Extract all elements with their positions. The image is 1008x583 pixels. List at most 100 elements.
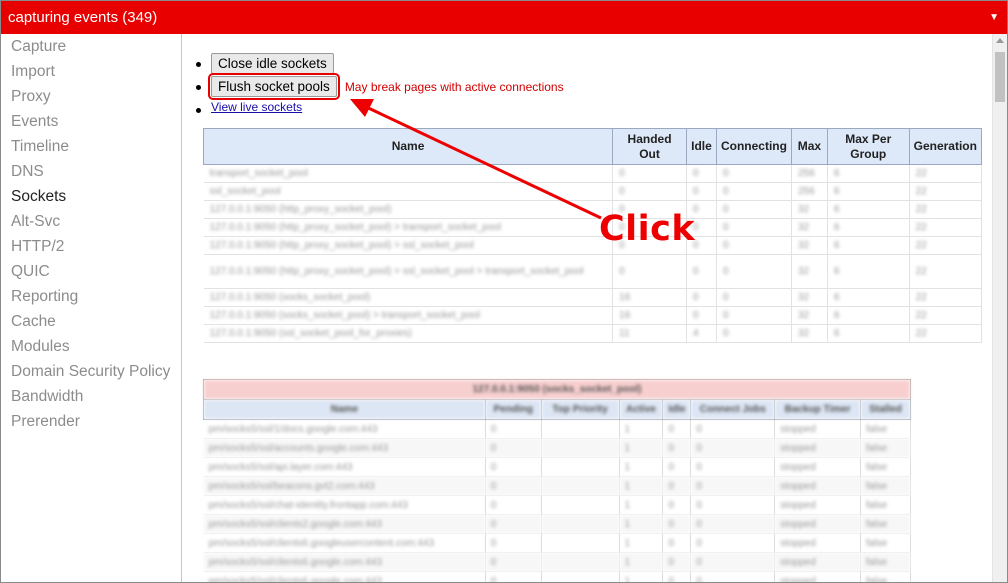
table-cell: 0 [686, 254, 717, 289]
table-cell[interactable]: 127.0.0.1:9050 (http_proxy_socket_pool) … [203, 236, 614, 255]
list-item: Close idle sockets [196, 53, 564, 74]
dropdown-arrow-icon[interactable]: ▼ [989, 1, 999, 34]
sidebar-item-cache[interactable]: Cache [1, 309, 181, 334]
table-cell: 1 [619, 495, 664, 515]
table-cell: pm/socks5/ssl/chat-identity.frontapp.com… [203, 495, 486, 515]
column-header: Handed Out [612, 128, 687, 165]
table-cell: 0 [612, 182, 687, 201]
table-row: pm/socks5/ssl/clients2.google.com:443 0 1 0… [203, 514, 911, 534]
socket-pools-table: Name Handed Out Idle Connecting Max Max Per G… [202, 128, 983, 343]
sidebar-item-capture[interactable]: Capture [1, 34, 181, 59]
table-cell [541, 552, 620, 572]
column-header: Idle [662, 399, 692, 420]
sidebar-item-proxy[interactable]: Proxy [1, 84, 181, 109]
table-cell[interactable]: 127.0.0.1:9050 (socks_socket_pool) > tra… [203, 306, 614, 325]
table-cell: pm/socks5/ssl/clients6.googleusercontent… [203, 533, 486, 553]
table-cell: 1 [619, 552, 664, 572]
table-cell: 6 [827, 218, 910, 237]
vertical-scrollbar[interactable] [992, 34, 1007, 582]
table-cell: 0 [686, 164, 717, 183]
table-cell: 16 [612, 288, 687, 307]
table-cell: stopped [774, 495, 862, 515]
column-header: Name [203, 399, 486, 420]
table-row: pm/socks5/ssl/chat-identity.frontapp.com… [203, 495, 911, 515]
column-header: Active [618, 399, 664, 420]
sidebar-item-modules[interactable]: Modules [1, 334, 181, 359]
table-cell [541, 438, 620, 458]
table-cell: false [860, 457, 911, 477]
sidebar-item-import[interactable]: Import [1, 59, 181, 84]
table-cell[interactable]: 127.0.0.1:9050 (http_proxy_socket_pool) [203, 200, 614, 219]
table-cell: 22 [909, 254, 983, 289]
table-cell: 22 [909, 306, 983, 325]
table-cell: 0 [485, 552, 542, 572]
table-cell: stopped [774, 552, 862, 572]
table-cell[interactable]: ssl_socket_pool [203, 182, 614, 201]
sidebar-item-quic[interactable]: QUIC [1, 259, 181, 284]
table-row: 127.0.0.1:9050 (http_proxy_socket_pool) … [203, 218, 983, 237]
table-cell: 0 [716, 254, 792, 289]
table-cell: 0 [716, 306, 792, 325]
table-cell: 22 [909, 200, 983, 219]
flush-warning-text: May break pages with active connections [344, 79, 564, 94]
column-header: Max Per Group [826, 128, 910, 165]
table-cell: 0 [690, 533, 776, 553]
table-row: 127.0.0.1:9050 (http_proxy_socket_pool) 0… [203, 200, 983, 219]
table-cell [541, 571, 620, 582]
table-cell: 0 [716, 288, 792, 307]
scroll-up-arrow-icon[interactable] [996, 38, 1004, 43]
table-cell[interactable]: 127.0.0.1:9050 (http_proxy_socket_pool) … [203, 254, 614, 289]
click-annotation-label: Click [599, 209, 696, 249]
table-cell[interactable]: transport_socket_pool [203, 164, 614, 183]
sidebar-item-domain-security-policy[interactable]: Domain Security Policy [1, 359, 181, 384]
column-header: Backup Timer [774, 399, 862, 420]
table-cell [541, 533, 620, 553]
sidebar-item-timeline[interactable]: Timeline [1, 134, 181, 159]
table-row: 127.0.0.1:9050 (socks_socket_pool) 16 0 0 32… [203, 288, 983, 307]
sidebar-item-bandwidth[interactable]: Bandwidth [1, 384, 181, 409]
sidebar-item-sockets[interactable]: Sockets [1, 184, 181, 209]
socket-groups-table: 127.0.0.1:9050 (socks_socket_pool) Name P… [203, 379, 911, 582]
sidebar-item-dns[interactable]: DNS [1, 159, 181, 184]
sidebar-item-prerender[interactable]: Prerender [1, 409, 181, 434]
column-header: Max [790, 128, 828, 165]
flush-socket-pools-button[interactable]: Flush socket pools [208, 73, 340, 100]
socket-actions-list: Close idle sockets Flush socket pools Ma… [196, 53, 564, 118]
table-cell: 0 [662, 514, 692, 534]
table-cell: 0 [686, 182, 717, 201]
column-header: Name [202, 128, 614, 165]
table-row: pm/socks5/ssl/1/docs.google.com:443 0 1 0 0 s… [203, 419, 911, 439]
sidebar-item-alt-svc[interactable]: Alt-Svc [1, 209, 181, 234]
table-row: 127.0.0.1:9050 (socks_socket_pool) > tra… [203, 306, 983, 325]
view-live-sockets-link[interactable]: View live sockets [211, 100, 302, 114]
table-cell: 32 [791, 218, 828, 237]
table-cell: 22 [909, 164, 983, 183]
status-bar[interactable]: capturing events (349) ▼ [1, 1, 1007, 34]
table-row: pm/socks5/ssl/api.layer.com:443 0 1 0 0 stopp… [203, 457, 911, 477]
table-cell: 1 [619, 419, 664, 439]
sidebar-item-events[interactable]: Events [1, 109, 181, 134]
close-idle-sockets-button[interactable]: Close idle sockets [211, 53, 334, 74]
table-cell: false [860, 476, 911, 496]
table-cell[interactable]: 127.0.0.1:9050 (http_proxy_socket_pool) … [203, 218, 614, 237]
table-cell: 32 [791, 288, 828, 307]
table-cell: 6 [827, 324, 910, 343]
table-cell: 22 [909, 182, 983, 201]
table-cell [541, 476, 620, 496]
table-cell: 32 [791, 324, 828, 343]
table-cell: 22 [909, 288, 983, 307]
table-cell: pm/socks5/ssl/api.layer.com:443 [203, 457, 486, 477]
scrollbar-thumb[interactable] [995, 52, 1005, 102]
table-row: ssl_socket_pool 0 0 0 256 6 22 [203, 182, 983, 201]
table-cell: false [860, 419, 911, 439]
table-cell: 1 [619, 438, 664, 458]
table-cell: stopped [774, 514, 862, 534]
table-cell[interactable]: 127.0.0.1:9050 (socks_socket_pool) [203, 288, 614, 307]
table-cell [541, 419, 620, 439]
sidebar-item-reporting[interactable]: Reporting [1, 284, 181, 309]
table-cell: 32 [791, 254, 828, 289]
column-header: Connect Jobs [690, 399, 776, 420]
table-cell[interactable]: 127.0.0.1:9050 (ssl_socket_pool_for_prox… [203, 324, 614, 343]
sidebar-item-http-2[interactable]: HTTP/2 [1, 234, 181, 259]
table-caption: 127.0.0.1:9050 (socks_socket_pool) [203, 379, 911, 400]
